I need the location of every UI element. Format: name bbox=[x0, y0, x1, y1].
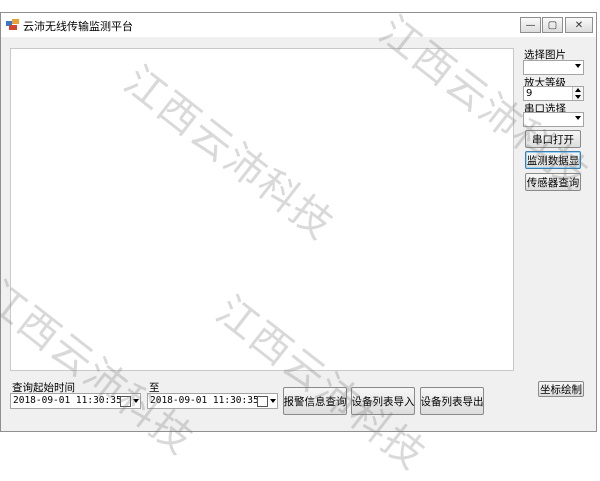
chevron-down-icon bbox=[575, 64, 581, 68]
coordinate-draw-button[interactable]: 坐标绘制 bbox=[538, 381, 584, 397]
calendar-icon bbox=[120, 396, 131, 407]
minimize-button[interactable]: — bbox=[520, 17, 541, 33]
title-bar[interactable]: 云沛无线传输监测平台 — ▢ ✕ bbox=[1, 13, 596, 37]
close-button[interactable]: ✕ bbox=[565, 17, 593, 33]
minimize-icon: — bbox=[525, 19, 536, 31]
alarm-info-query-button[interactable]: 报警信息查询 bbox=[283, 387, 347, 415]
spin-up-icon bbox=[575, 88, 581, 92]
end-time-value: 2018-09-01 11:30:35 bbox=[150, 395, 259, 406]
start-time-value: 2018-09-01 11:30:35 bbox=[13, 395, 122, 406]
spin-down-icon bbox=[575, 95, 581, 99]
chevron-down-icon bbox=[133, 399, 139, 403]
chevron-down-icon bbox=[575, 116, 581, 120]
map-display-area[interactable] bbox=[10, 48, 514, 371]
chevron-down-icon bbox=[270, 399, 276, 403]
end-time-picker[interactable]: 2018-09-01 11:30:35 bbox=[147, 393, 278, 409]
zoom-level-spinner[interactable]: 9 bbox=[523, 86, 584, 101]
maximize-button[interactable]: ▢ bbox=[542, 17, 563, 33]
start-time-picker[interactable]: 2018-09-01 11:30:35 bbox=[10, 393, 141, 409]
device-list-import-button[interactable]: 设备列表导入 bbox=[351, 387, 415, 415]
serial-port-combo[interactable] bbox=[523, 112, 584, 127]
spinner-updown[interactable] bbox=[572, 87, 583, 100]
open-serial-port-button[interactable]: 串口打开 bbox=[525, 130, 581, 148]
sensor-query-button[interactable]: 传感器查询 bbox=[525, 173, 581, 191]
calendar-icon bbox=[257, 396, 268, 407]
device-list-export-button[interactable]: 设备列表导出 bbox=[420, 387, 484, 415]
app-icon bbox=[6, 19, 19, 30]
maximize-icon: ▢ bbox=[547, 19, 558, 31]
zoom-level-value: 9 bbox=[526, 88, 533, 99]
main-window: 云沛无线传输监测平台 — ▢ ✕ 选择图片 放大等级 9 串口选择 串口打开 监… bbox=[0, 12, 597, 432]
window-title: 云沛无线传输监测平台 bbox=[23, 20, 133, 33]
select-image-combo[interactable] bbox=[523, 60, 584, 75]
monitor-data-display-button[interactable]: 监测数据显 bbox=[525, 151, 581, 169]
close-icon: ✕ bbox=[574, 19, 584, 31]
